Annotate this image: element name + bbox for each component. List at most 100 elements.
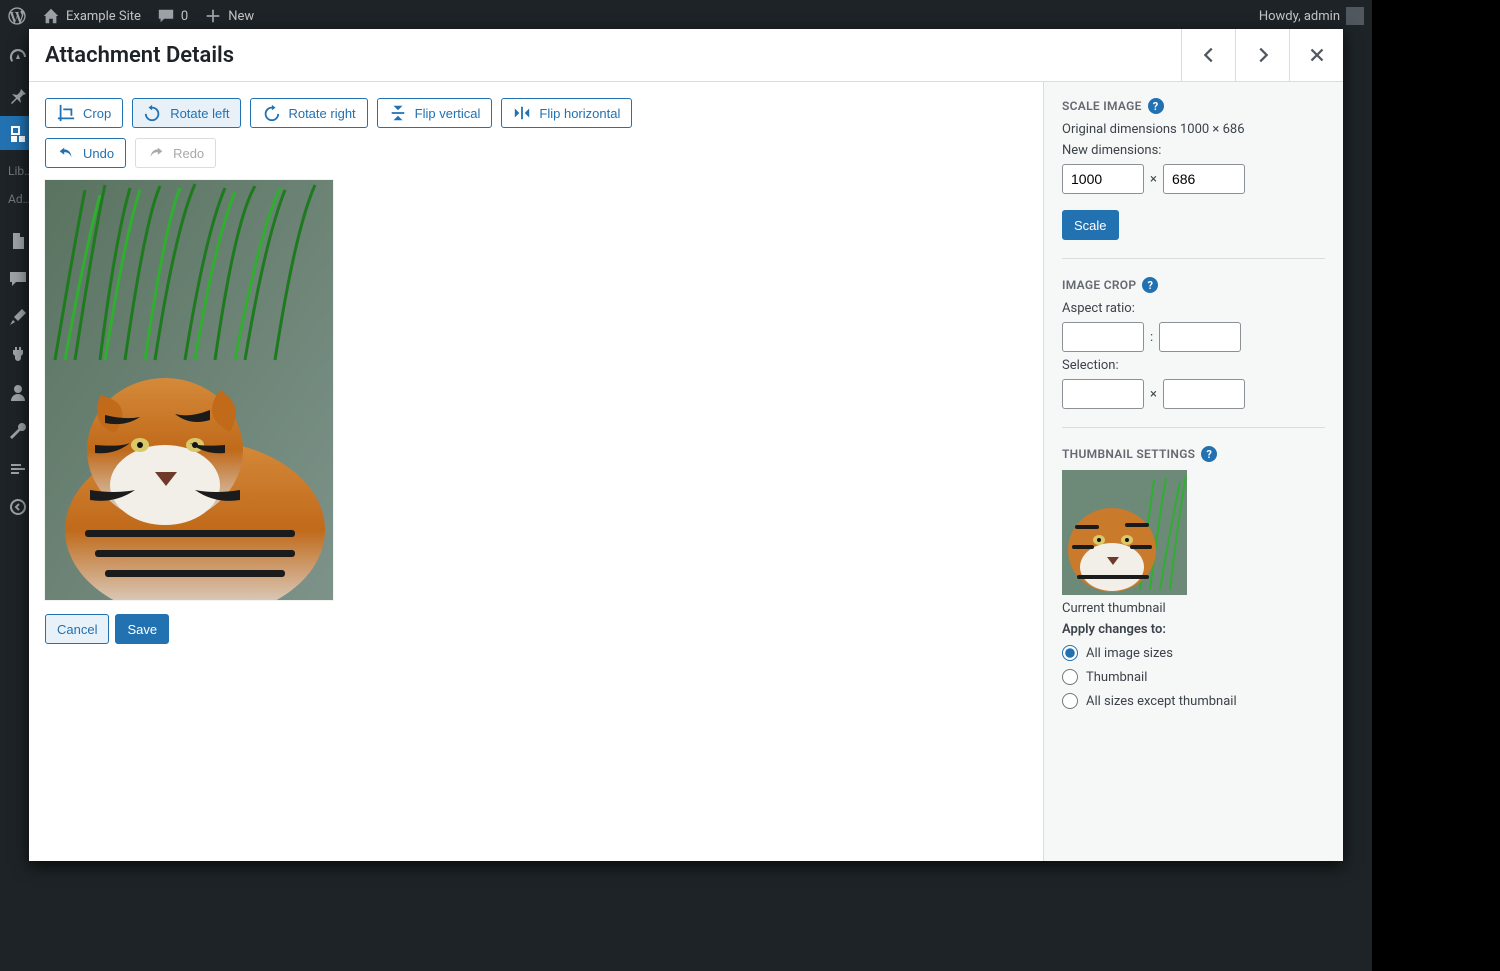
- redo-button: Redo: [135, 138, 216, 168]
- flip-horizontal-button[interactable]: Flip horizontal: [501, 98, 632, 128]
- crop-button[interactable]: Crop: [45, 98, 123, 128]
- new-label: New: [228, 9, 254, 24]
- radio-thumbnail-label: Thumbnail: [1086, 670, 1147, 685]
- aspect-ratio-label: Aspect ratio:: [1062, 301, 1325, 316]
- scale-width-input[interactable]: [1062, 164, 1144, 194]
- scale-heading: SCALE IMAGE ?: [1062, 98, 1325, 114]
- radio-all-sizes-label: All image sizes: [1086, 646, 1173, 661]
- close-icon: [1306, 44, 1328, 66]
- flip-vertical-button[interactable]: Flip vertical: [377, 98, 493, 128]
- new-link[interactable]: New: [204, 7, 254, 25]
- radio-all-sizes[interactable]: All image sizes: [1062, 645, 1325, 661]
- current-thumbnail-label: Current thumbnail: [1062, 601, 1325, 616]
- flip-horizontal-label: Flip horizontal: [539, 106, 620, 121]
- rotate-right-icon: [262, 104, 280, 122]
- wp-logo[interactable]: [8, 7, 26, 25]
- wrench-icon: [8, 421, 28, 441]
- redo-icon: [147, 144, 165, 162]
- avatar: [1346, 7, 1364, 25]
- help-icon[interactable]: ?: [1142, 277, 1158, 293]
- media-icon: [8, 123, 28, 143]
- comments-icon: [8, 269, 28, 289]
- flip-vertical-label: Flip vertical: [415, 106, 481, 121]
- radio-except-thumbnail[interactable]: All sizes except thumbnail: [1062, 693, 1325, 709]
- selection-label: Selection:: [1062, 358, 1325, 373]
- comments-count: 0: [181, 9, 188, 24]
- radio-all-sizes-input[interactable]: [1062, 645, 1078, 661]
- comments-link[interactable]: 0: [157, 7, 188, 25]
- rotate-left-label: Rotate left: [170, 106, 229, 121]
- thumbnail-image: [1062, 470, 1187, 595]
- flip-vertical-icon: [389, 104, 407, 122]
- apply-changes-label: Apply changes to:: [1062, 622, 1325, 637]
- image-preview[interactable]: [45, 180, 333, 600]
- user-icon: [8, 383, 28, 403]
- save-button[interactable]: Save: [115, 614, 169, 644]
- menu-add-label: Ad…: [8, 192, 31, 206]
- new-dimensions-label: New dimensions:: [1062, 143, 1325, 158]
- next-button[interactable]: [1235, 29, 1289, 81]
- selection-width-input[interactable]: [1062, 379, 1144, 409]
- help-icon[interactable]: ?: [1201, 446, 1217, 462]
- howdy-text: Howdy, admin: [1259, 9, 1340, 24]
- aspect-width-input[interactable]: [1062, 322, 1144, 352]
- undo-icon: [57, 144, 75, 162]
- admin-bar: Example Site 0 New Howdy, admin: [0, 0, 1372, 32]
- save-label: Save: [127, 622, 157, 637]
- settings-panel: SCALE IMAGE ? Original dimensions 1000 ×…: [1043, 82, 1343, 861]
- thumbnail-heading: THUMBNAIL SETTINGS ?: [1062, 446, 1325, 462]
- scale-separator: ×: [1150, 172, 1157, 187]
- flip-horizontal-icon: [513, 104, 531, 122]
- wordpress-icon: [8, 7, 26, 25]
- site-link[interactable]: Example Site: [42, 7, 141, 25]
- pin-icon: [8, 85, 28, 105]
- chevron-left-icon: [1198, 44, 1220, 66]
- scale-button-label: Scale: [1074, 218, 1107, 233]
- crop-label: Crop: [83, 106, 111, 121]
- crop-heading: IMAGE CROP ?: [1062, 277, 1325, 293]
- radio-thumbnail-input[interactable]: [1062, 669, 1078, 685]
- undo-button[interactable]: Undo: [45, 138, 126, 168]
- scale-button[interactable]: Scale: [1062, 210, 1119, 240]
- image-toolbar: Crop Rotate left Rotate right Flip verti…: [45, 98, 1027, 128]
- selection-height-input[interactable]: [1163, 379, 1245, 409]
- dashboard-icon: [8, 47, 28, 67]
- editor-pane: Crop Rotate left Rotate right Flip verti…: [29, 82, 1043, 861]
- comment-icon: [157, 7, 175, 25]
- rotate-right-label: Rotate right: [288, 106, 355, 121]
- cancel-label: Cancel: [57, 622, 97, 637]
- aspect-height-input[interactable]: [1159, 322, 1241, 352]
- attachment-modal: Attachment Details Crop Rotate left: [29, 29, 1343, 861]
- crop-icon: [57, 104, 75, 122]
- plugin-icon: [8, 345, 28, 365]
- tiger-image: [45, 180, 333, 600]
- radio-thumbnail[interactable]: Thumbnail: [1062, 669, 1325, 685]
- original-dimensions: Original dimensions 1000 × 686: [1062, 122, 1325, 137]
- prev-button[interactable]: [1181, 29, 1235, 81]
- cancel-button[interactable]: Cancel: [45, 614, 109, 644]
- help-icon[interactable]: ?: [1148, 98, 1164, 114]
- close-button[interactable]: [1289, 29, 1343, 81]
- redo-label: Redo: [173, 146, 204, 161]
- radio-except-thumbnail-input[interactable]: [1062, 693, 1078, 709]
- home-icon: [42, 7, 60, 25]
- rotate-left-button[interactable]: Rotate left: [132, 98, 241, 128]
- scale-height-input[interactable]: [1163, 164, 1245, 194]
- chevron-right-icon: [1252, 44, 1274, 66]
- modal-header: Attachment Details: [29, 29, 1343, 82]
- undo-label: Undo: [83, 146, 114, 161]
- collapse-icon: [8, 497, 28, 517]
- modal-title: Attachment Details: [45, 43, 234, 68]
- sliders-icon: [8, 459, 28, 479]
- brush-icon: [8, 307, 28, 327]
- selection-separator: ×: [1150, 387, 1157, 402]
- site-name: Example Site: [66, 9, 141, 24]
- howdy-link[interactable]: Howdy, admin: [1259, 7, 1364, 25]
- rotate-right-button[interactable]: Rotate right: [250, 98, 367, 128]
- plus-icon: [204, 7, 222, 25]
- thumbnail-preview: [1062, 470, 1187, 595]
- pages-icon: [8, 231, 28, 251]
- aspect-separator: :: [1150, 330, 1153, 345]
- rotate-left-icon: [144, 104, 162, 122]
- radio-except-thumbnail-label: All sizes except thumbnail: [1086, 694, 1237, 709]
